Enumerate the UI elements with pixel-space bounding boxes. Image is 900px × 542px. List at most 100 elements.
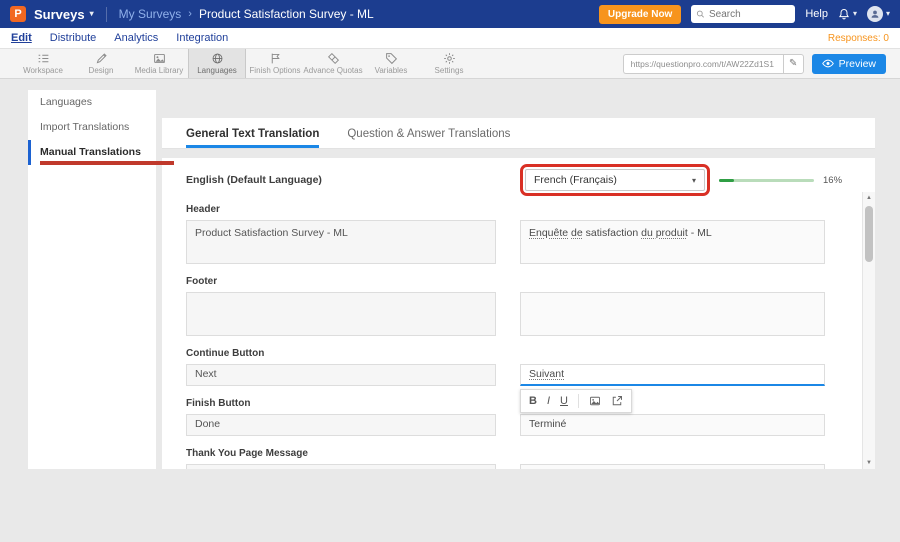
breadcrumb: My Surveys › Product Satisfaction Survey… [119,7,374,21]
bold-button[interactable]: B [529,395,537,407]
external-link-icon [611,395,623,407]
source-text-finish-button: Done [186,414,496,436]
target-text-finish-button[interactable]: Terminé [520,414,825,436]
top-bar: P Surveys ▾ My Surveys › Product Satisfa… [0,0,900,28]
field-row-continue-button: Continue Button Next Suivant B I U [186,348,875,386]
questionpro-logo: P [10,6,26,22]
nav-edit[interactable]: Edit [11,32,32,44]
source-text-footer [186,292,496,336]
field-row-footer: Footer [186,276,875,336]
nav-analytics[interactable]: Analytics [114,32,158,44]
chevron-down-icon: ▾ [692,176,696,185]
progress-percent-label: 16% [823,175,842,186]
upgrade-now-button[interactable]: Upgrade Now [599,5,681,24]
user-icon [870,9,880,19]
settings-gear-icon [443,52,456,65]
toolbar-languages[interactable]: Languages [188,49,246,78]
field-label: Thank You Page Message [186,448,496,460]
breadcrumb-my-surveys[interactable]: My Surveys [119,7,182,21]
tab-general-text-translation[interactable]: General Text Translation [186,128,319,148]
source-text-thank-you [186,464,496,469]
settings-sidebar: Languages Import Translations Manual Tra… [28,90,156,469]
breadcrumb-survey-title: Product Satisfaction Survey - ML [199,7,374,21]
responses-count[interactable]: Responses: 0 [828,33,889,44]
field-label: Finish Button [186,398,496,410]
finish-options-icon [269,52,282,65]
sidebar-item-label: Manual Translations [40,146,141,158]
questionpro-app: P Surveys ▾ My Surveys › Product Satisfa… [0,0,900,542]
chevron-down-icon: ▾ [90,10,94,18]
surveys-menu[interactable]: Surveys ▾ [34,7,94,22]
annotation-red-underline [40,161,174,165]
field-label: Header [186,204,496,216]
sidebar-item-manual-translations[interactable]: Manual Translations [28,140,156,165]
sidebar-item-import-translations[interactable]: Import Translations [28,115,156,140]
scrollbar[interactable]: ▲ ▼ [862,192,875,469]
source-text-continue-button: Next [186,364,496,386]
breadcrumb-separator: › [188,8,192,20]
scroll-down-arrow[interactable]: ▼ [863,457,875,469]
toolbar-workspace[interactable]: Workspace [14,49,72,78]
design-icon [95,52,108,65]
field-label: Continue Button [186,348,496,360]
toolbar-design[interactable]: Design [72,49,130,78]
insert-link-button[interactable] [611,395,623,407]
topbar-right: Upgrade Now Help ▾ [599,5,890,24]
media-library-icon [153,52,166,65]
divider [578,394,579,408]
main-nav: Edit Distribute Analytics Integration Re… [0,28,900,48]
sidebar-item-languages[interactable]: Languages [28,90,156,115]
edit-url-button[interactable]: ✎ [783,54,804,74]
survey-url-group: https://questionpro.com/t/AW22Zd1S1 ✎ [623,54,804,74]
toolbar-variables[interactable]: Variables [362,49,420,78]
format-toolbar: B I U [520,389,632,413]
selected-language: French (Français) [534,174,617,186]
underline-button[interactable]: U [560,395,568,407]
target-language-select[interactable]: French (Français) ▾ [525,169,705,191]
field-label: Footer [186,276,496,288]
search-icon [696,9,705,19]
toolbar-settings[interactable]: Settings [420,49,478,78]
translation-tabs: General Text Translation Question & Answ… [162,118,875,149]
annotation-red-box: French (Français) ▾ [520,164,710,196]
italic-button[interactable]: I [547,395,550,407]
account-menu[interactable]: ▾ [867,6,890,22]
field-row-thank-you-message: Thank You Page Message [186,448,875,469]
toolbar-right: https://questionpro.com/t/AW22Zd1S1 ✎ Pr… [623,49,886,78]
notifications-button[interactable]: ▾ [838,8,857,20]
survey-url[interactable]: https://questionpro.com/t/AW22Zd1S1 [623,54,783,74]
scrollbar-track[interactable] [863,204,875,457]
preview-button[interactable]: Preview [812,54,886,74]
help-link[interactable]: Help [805,8,828,20]
insert-image-button[interactable] [589,395,601,407]
image-icon [589,395,601,407]
target-text-thank-you[interactable] [520,464,825,469]
tab-question-answer-translations[interactable]: Question & Answer Translations [347,128,510,148]
nav-integration[interactable]: Integration [176,32,228,44]
translation-panel: English (Default Language) French (Franç… [162,158,875,469]
languages-icon [211,52,224,65]
toolbar-media-library[interactable]: Media Library [130,49,188,78]
translation-progress-fill [719,179,734,182]
workspace-icon [37,52,50,65]
source-language-label: English (Default Language) [186,174,496,186]
variables-icon [385,52,398,65]
divider [106,7,107,22]
field-row-header: Header Product Satisfaction Survey - ML … [186,204,875,264]
eye-icon [822,59,834,68]
advance-quotas-icon [327,52,340,65]
scrollbar-thumb[interactable] [865,206,873,262]
target-text-continue-button[interactable]: Suivant [520,364,825,386]
toolbar-advance-quotas[interactable]: Advance Quotas [304,49,362,78]
target-text-footer[interactable] [520,292,825,336]
target-text-header[interactable]: Enquête de satisfaction du produit - ML [520,220,825,264]
translation-fields: Header Product Satisfaction Survey - ML … [186,204,875,469]
language-row: English (Default Language) French (Franç… [186,164,875,196]
source-text-header: Product Satisfaction Survey - ML [186,220,496,264]
avatar [867,6,883,22]
nav-distribute[interactable]: Distribute [50,32,96,44]
scroll-up-arrow[interactable]: ▲ [863,192,875,204]
search-input[interactable] [709,9,790,20]
language-row-right: French (Français) ▾ 16% [520,164,842,196]
toolbar-finish-options[interactable]: Finish Options [246,49,304,78]
